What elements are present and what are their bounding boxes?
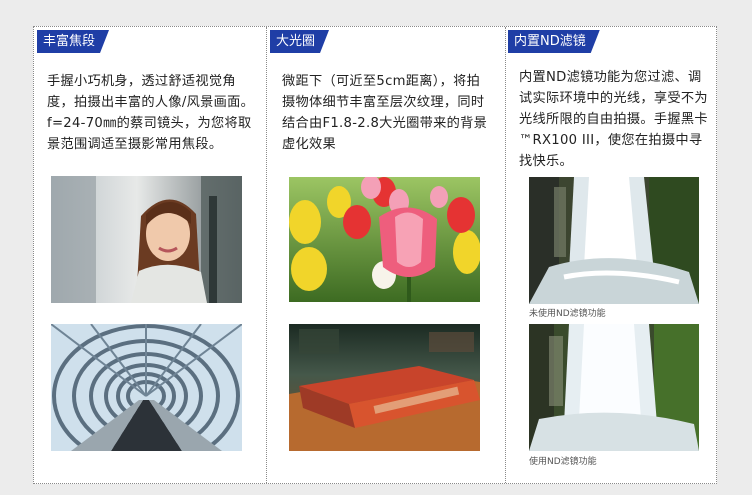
section-text-nd-filter: 内置ND滤镜功能为您过滤、调试实际环境中的光线，享受不为光线所限的自由拍摄。手握… xyxy=(519,70,708,169)
waterfall-nd-caption: 使用ND滤镜功能 xyxy=(529,457,597,467)
tulips-photo xyxy=(289,177,480,302)
section-tag-focal-range: 丰富焦段 xyxy=(37,30,109,53)
waterfall-nd-photo xyxy=(529,324,699,451)
section-tag-nd-filter: 内置ND滤镜 xyxy=(508,30,600,53)
waterfall-caption: 未使用ND滤镜功能 xyxy=(529,309,606,319)
section-tag-large-aperture: 大光圈 xyxy=(270,30,329,53)
book-photo xyxy=(289,324,480,451)
portrait-photo xyxy=(51,176,242,303)
escalator-tunnel-photo xyxy=(51,324,242,451)
section-text-large-aperture: 微距下（可近至5cm距离），将拍摄物体细节丰富至层次纹理，同时结合由F1.8-2… xyxy=(282,74,488,152)
column-divider xyxy=(505,27,506,483)
feature-panel: 丰富焦段 手握小巧机身，透过舒适视觉角度，拍摄出丰富的人像/风景画面。f=24-… xyxy=(33,26,717,484)
section-text-focal-range: 手握小巧机身，透过舒适视觉角度，拍摄出丰富的人像/风景画面。f=24-70㎜的蔡… xyxy=(47,74,255,152)
waterfall-photo xyxy=(529,177,699,304)
column-divider xyxy=(266,27,267,483)
